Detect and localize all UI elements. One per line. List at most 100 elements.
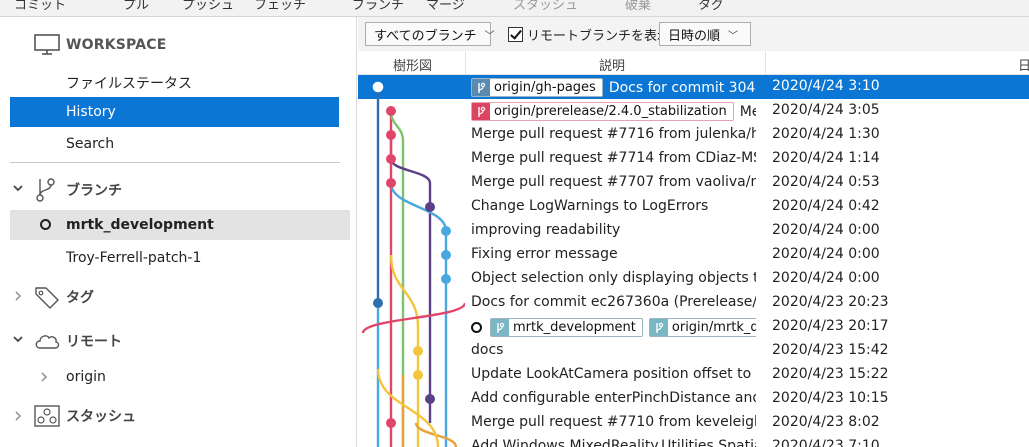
commit-node[interactable]: [386, 130, 396, 140]
commit-node[interactable]: [425, 202, 435, 212]
commit-description: docs: [471, 342, 756, 358]
commit-date: 2020/4/24 3:05: [772, 102, 880, 118]
commit-message: Change LogWarnings to LogErrors: [471, 198, 709, 214]
commit-message: Merge pull request #7707 from vaoliva/mi…: [471, 174, 756, 190]
tag-icon: [33, 284, 61, 314]
commit-graph: [361, 81, 465, 447]
commit-date: 2020/4/23 8:02: [772, 414, 880, 430]
show-remote-toggle[interactable]: リモートブランチを表示: [508, 25, 670, 44]
push-button[interactable]: プッシュ: [182, 0, 234, 13]
fetch-button[interactable]: フェッチ: [254, 0, 306, 13]
sidebar-item-label: Troy-Ferrell-patch-1: [66, 250, 202, 266]
commit-description: origin/prerelease/2.4.0_stabilization Me: [471, 102, 756, 121]
tags-label: タグ: [66, 290, 94, 306]
commit-node[interactable]: [425, 394, 435, 404]
branch-ref-tag[interactable]: origin/prerelease/2.4.0_stabilization: [471, 102, 734, 121]
column-graph[interactable]: 樹形図: [393, 55, 432, 74]
commit-message: Object selection only displaying objects…: [471, 270, 756, 286]
commit-node[interactable]: [441, 226, 451, 236]
sidebar: WORKSPACE ファイルステータス History Search ブランチ …: [0, 17, 357, 447]
branch-icon: [491, 319, 509, 336]
branch-ref-tag[interactable]: origin/mrtk_development: [648, 318, 756, 337]
branch-ref-name: origin/prerelease/2.4.0_stabilization: [494, 104, 727, 119]
commit-message: Merge pull request #7714 from CDiaz-MS/f…: [471, 150, 756, 166]
pull-button[interactable]: プル: [123, 0, 149, 13]
sidebar-item-search[interactable]: Search: [0, 129, 350, 159]
sidebar-item-label: origin: [66, 369, 106, 385]
branch-ref-tag[interactable]: origin/gh-pages: [471, 78, 603, 97]
commit-message: Add Windows.MixedReality.Utilities.Spati…: [471, 438, 756, 447]
show-remote-label: リモートブランチを表示: [527, 29, 671, 44]
branch-ref-name: origin/mrtk_development: [671, 320, 756, 335]
chevron-right-icon[interactable]: [12, 290, 24, 305]
sidebar-item-label: Search: [66, 136, 115, 152]
remotes-group[interactable]: リモート: [0, 326, 350, 356]
commit-description: Add Windows.MixedReality.Utilities.Spati…: [471, 438, 756, 447]
sidebar-item-file-status[interactable]: ファイルステータス: [0, 68, 350, 98]
sidebar-item-label: mrtk_development: [66, 217, 214, 233]
branch-icon: [472, 103, 490, 120]
commit-node[interactable]: [386, 106, 396, 116]
commit-node[interactable]: [373, 298, 383, 308]
column-date[interactable]: 日: [1018, 55, 1029, 74]
commit-node[interactable]: [441, 274, 451, 284]
commit-date: 2020/4/23 20:17: [772, 318, 889, 334]
branch-filter-dropdown[interactable]: すべてのブランチ ﹀: [365, 22, 495, 46]
lane-yellow: [389, 254, 420, 328]
commit-node[interactable]: [386, 178, 396, 188]
chevron-down-icon[interactable]: [12, 333, 24, 348]
commit-node[interactable]: [386, 418, 396, 428]
column-separator[interactable]: [765, 51, 766, 75]
sort-value: 日時の順: [668, 28, 721, 44]
commit-node[interactable]: [386, 154, 396, 164]
chevron-right-icon[interactable]: [38, 371, 50, 386]
show-remote-checkbox[interactable]: [508, 27, 523, 42]
commit-node[interactable]: [441, 250, 451, 260]
sidebar-item-remote-origin[interactable]: origin: [0, 362, 350, 392]
tag-button[interactable]: タグ: [698, 0, 724, 13]
head-marker-icon: [471, 322, 482, 333]
sidebar-divider: [10, 162, 340, 163]
discard-button[interactable]: 破棄: [625, 0, 651, 13]
chevron-down-icon[interactable]: [12, 182, 24, 197]
cloud-icon: [34, 332, 60, 354]
commit-message: Fixing error message: [471, 246, 618, 262]
branch-icon: [649, 319, 668, 336]
branches-group[interactable]: ブランチ: [0, 175, 350, 205]
commit-button[interactable]: コミット: [14, 0, 66, 13]
commit-date: 2020/4/23 15:42: [772, 342, 889, 358]
branch-filter-value: すべてのブランチ: [374, 28, 477, 44]
branch-button[interactable]: ブランチ: [352, 0, 404, 13]
sidebar-item-branch-troy-ferrell[interactable]: Troy-Ferrell-patch-1: [0, 243, 350, 273]
branch-ref-name: mrtk_development: [513, 320, 636, 335]
stash-button[interactable]: スタッシュ: [513, 0, 578, 13]
chevron-down-icon: ﹀: [728, 30, 739, 42]
branch-icon: [34, 177, 58, 207]
commit-description: Add configurable enterPinchDistance and …: [471, 390, 756, 406]
sidebar-item-history[interactable]: History: [10, 97, 339, 127]
commit-message: Update LookAtCamera position offset to u…: [471, 366, 756, 382]
commit-node[interactable]: [413, 370, 423, 380]
sidebar-item-branch-mrtk-development[interactable]: mrtk_development: [10, 210, 350, 240]
lane-lightblue: [389, 182, 448, 232]
tags-group[interactable]: タグ: [0, 282, 350, 312]
commit-description: Update LookAtCamera position offset to u…: [471, 366, 756, 382]
column-separator[interactable]: [465, 51, 466, 75]
branch-ref-name: origin/gh-pages: [494, 80, 596, 95]
branch-ref-tag[interactable]: mrtk_development: [490, 318, 643, 337]
commit-node[interactable]: [413, 346, 423, 356]
merge-button[interactable]: マージ: [426, 0, 465, 13]
commit-date: 2020/4/24 1:14: [772, 150, 880, 166]
commit-date: 2020/4/24 0:00: [772, 246, 880, 262]
remotes-label: リモート: [66, 334, 122, 350]
sort-dropdown[interactable]: 日時の順 ﹀: [659, 22, 751, 46]
commit-description: Merge pull request #7707 from vaoliva/mi…: [471, 174, 756, 190]
stash-group[interactable]: スタッシュ: [0, 401, 350, 431]
chevron-right-icon[interactable]: [12, 410, 24, 425]
current-branch-icon: [40, 219, 51, 230]
commit-date: 2020/4/24 1:30: [772, 126, 880, 142]
column-description[interactable]: 説明: [599, 55, 625, 74]
commit-date: 2020/4/24 0:42: [772, 198, 880, 214]
commit-node[interactable]: [372, 81, 384, 93]
commit-date: 2020/4/24 0:53: [772, 174, 880, 190]
